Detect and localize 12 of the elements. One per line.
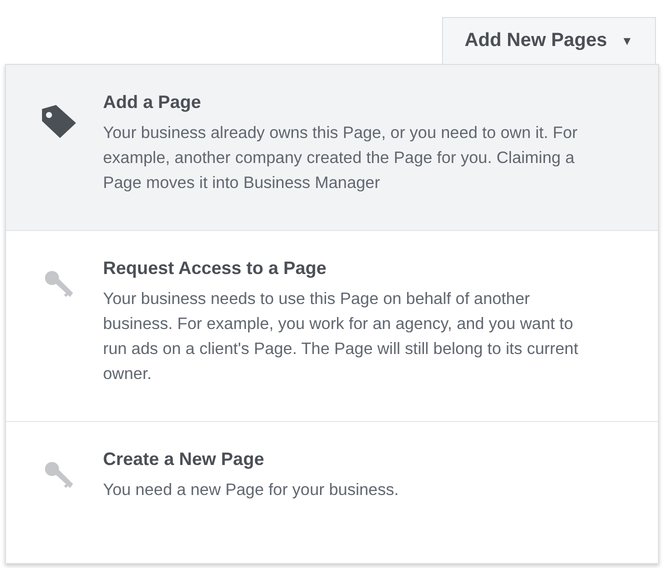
caret-icon: ▼ [621,32,633,50]
add-new-pages-button[interactable]: Add New Pages ▼ [442,17,656,64]
item-description: You need a new Page for your business. [103,480,400,501]
item-title: Create a New Page [103,448,266,470]
item-title: Request Access to a Page [103,257,328,279]
menu-item[interactable] [6,231,658,422]
item-description: Your business needs to use this Page on behalf of another business. For example, you work for an agency, and you want to run ads on a client's Page. The Page will still belong to its current owner. [103,289,580,385]
item-title: Add a Page [103,91,202,113]
menu-item[interactable]: Add a Page Your business already owns this Page, or you need to own it. For example, another company created the Page for you. Claiming a Page moves it into Business Manager [6,65,658,231]
menu-item[interactable]: Create a New Page You need a new Page for your business. [6,422,658,537]
tag-icon [40,103,78,139]
item-description: Your business already owns this Page, or you need to own it. For example, another company created the Page for you. Claiming a Page moves it into Business Manager [103,123,578,194]
